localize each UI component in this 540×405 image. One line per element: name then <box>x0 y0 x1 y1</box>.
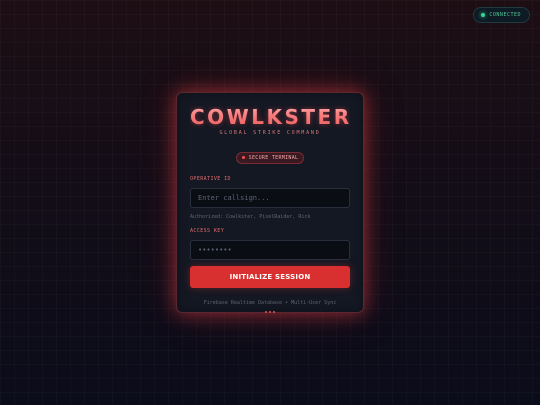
access-key-label: ACCESS KEY <box>190 227 225 234</box>
operative-id-input[interactable] <box>190 187 350 208</box>
app-subtitle: GLOBAL STRIKE COMMAND <box>219 130 321 136</box>
badge-row: SECURE TERMINAL <box>190 144 350 164</box>
dot <box>265 310 267 313</box>
app-logo: COWLKSTER <box>190 106 350 128</box>
secure-terminal-label: SECURE TERMINAL <box>248 154 299 161</box>
dot <box>269 310 271 313</box>
secure-terminal-badge: SECURE TERMINAL <box>235 151 305 164</box>
connection-status-label: CONNECTED <box>489 12 521 18</box>
dot <box>273 310 275 313</box>
authorized-users-hint: Authorized: Cowlkster, PixelRaider, Rick <box>190 213 311 220</box>
connection-status-badge: CONNECTED <box>473 7 530 23</box>
operative-id-label: OPERATIVE ID <box>190 175 231 182</box>
access-key-input[interactable] <box>190 239 350 260</box>
footer-text: Firebase Realtime Database • Multi-User … <box>203 299 337 306</box>
login-card: COWLKSTER GLOBAL STRIKE COMMAND SECURE T… <box>176 92 364 313</box>
initialize-session-button[interactable]: INITIALIZE SESSION <box>190 265 350 288</box>
status-dot-icon <box>481 13 486 17</box>
loading-dots-icon <box>190 310 350 313</box>
status-dot-icon <box>241 156 245 159</box>
